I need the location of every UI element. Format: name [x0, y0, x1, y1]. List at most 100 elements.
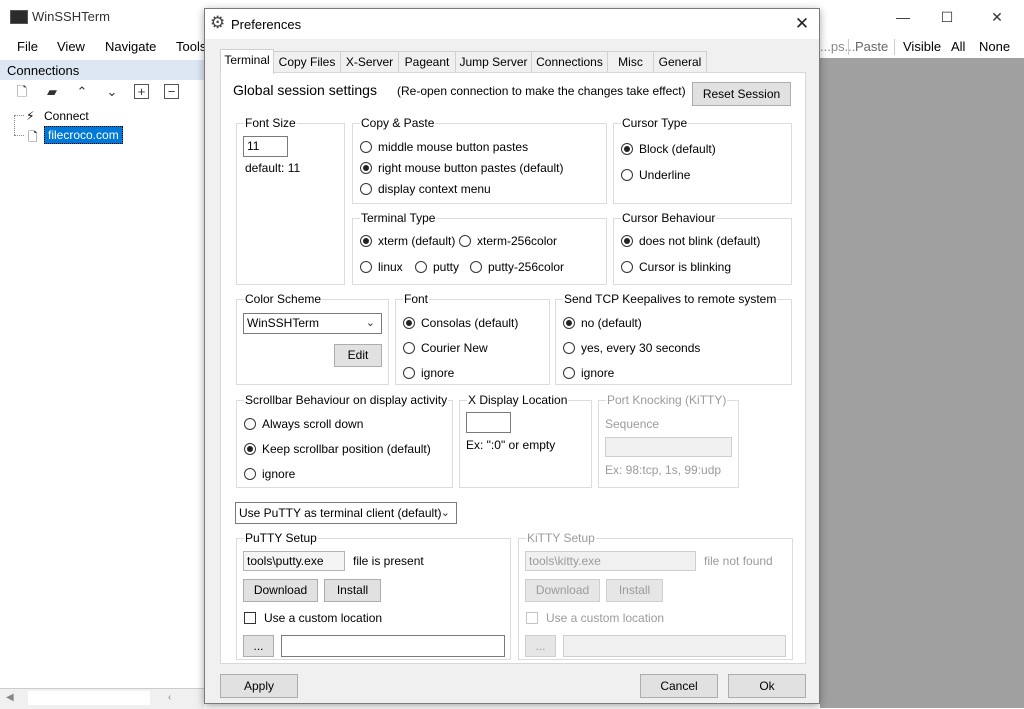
putty-custom-location-checkbox[interactable] [244, 612, 256, 624]
font-radio-courier[interactable] [403, 342, 415, 354]
kitty-custom-path-input[interactable] [563, 635, 786, 657]
keepalive-group: Send TCP Keepalives to remote system no … [555, 292, 792, 385]
dialog-titlebar: ⚙ Preferences ✕ [205, 9, 819, 39]
toolbar-divider [848, 39, 849, 55]
expand-all-icon[interactable]: + [134, 84, 149, 99]
terminal-type-radio-putty256[interactable] [470, 261, 482, 273]
kitty-download-button[interactable]: Download [525, 579, 600, 602]
move-down-icon[interactable]: ⌄ [104, 84, 120, 100]
tree-item-connect[interactable]: Connect [44, 109, 89, 123]
close-button[interactable]: ✕ [974, 4, 1020, 30]
putty-browse-button[interactable]: ... [243, 635, 274, 657]
maximize-button[interactable]: ☐ [924, 4, 970, 30]
tab-copy-files[interactable]: Copy Files [273, 51, 341, 74]
menu-tools[interactable]: Tools [176, 39, 206, 54]
putty-custom-path-input[interactable] [281, 635, 505, 657]
scrollbar-track[interactable] [28, 691, 150, 705]
putty-install-button[interactable]: Install [324, 579, 381, 602]
keepalive-radio-no[interactable] [563, 317, 575, 329]
port-knocking-sequence-input[interactable] [605, 437, 732, 457]
terminal-tab-panel: Global session settings (Re-open connect… [220, 72, 806, 664]
kitty-browse-button[interactable]: ... [525, 635, 556, 657]
terminal-type-radio-linux[interactable] [360, 261, 372, 273]
font-title: Font [403, 292, 430, 306]
kitty-path-input[interactable]: tools\kitty.exe [525, 551, 696, 571]
putty-path-input[interactable]: tools\putty.exe [243, 551, 345, 571]
collapse-all-icon[interactable]: − [164, 84, 179, 99]
menu-navigate[interactable]: Navigate [105, 39, 156, 54]
port-knocking-sequence-label: Sequence [605, 417, 660, 431]
minimize-button[interactable]: — [880, 4, 926, 30]
scrollbar-radio-ignore[interactable] [244, 468, 256, 480]
tree-item-filecroco[interactable]: filecroco.com [44, 126, 123, 144]
cursor-behaviour-title: Cursor Behaviour [621, 211, 717, 225]
copy-paste-radio-right[interactable] [360, 162, 372, 174]
kitty-setup-title: KiTTY Setup [526, 531, 596, 545]
menu-view[interactable]: View [57, 39, 85, 54]
putty-download-button[interactable]: Download [243, 579, 318, 602]
color-scheme-group: Color Scheme WinSSHTerm ⌄ Edit [236, 292, 389, 385]
paste-button[interactable]: Paste [855, 39, 888, 54]
kitty-install-button[interactable]: Install [606, 579, 663, 602]
tab-general[interactable]: General [653, 51, 707, 74]
tree-line [14, 115, 25, 135]
cursor-type-title: Cursor Type [621, 116, 689, 130]
ok-button[interactable]: Ok [728, 674, 806, 698]
copy-paste-group: Copy & Paste middle mouse button pastes … [352, 116, 607, 204]
copy-paste-label-context: display context menu [378, 182, 491, 196]
visible-button[interactable]: Visible [903, 39, 941, 54]
kitty-custom-location-label: Use a custom location [546, 611, 665, 625]
scroll-left-icon[interactable]: ◀ [6, 692, 14, 703]
cursor-behaviour-radio-noblink[interactable] [621, 235, 633, 247]
cursor-behaviour-radio-blink[interactable] [621, 261, 633, 273]
reset-session-button[interactable]: Reset Session [692, 82, 791, 106]
terminal-type-radio-xterm256[interactable] [459, 235, 471, 247]
tab-jump-server[interactable]: Jump Server [455, 51, 532, 74]
terminal-client-select[interactable]: Use PuTTY as terminal client (default) ⌄ [235, 502, 457, 524]
tab-pageant[interactable]: Pageant [398, 51, 456, 74]
copy-paste-radio-context[interactable] [360, 183, 372, 195]
color-scheme-select[interactable]: WinSSHTerm ⌄ [243, 313, 382, 334]
menu-file[interactable]: File [17, 39, 38, 54]
tab-connections[interactable]: Connections [531, 51, 608, 74]
terminal-type-title: Terminal Type [360, 211, 437, 225]
putty-custom-location-label: Use a custom location [264, 611, 383, 625]
font-group: Font Consolas (default) Courier New igno… [395, 292, 550, 385]
copy-paste-radio-middle[interactable] [360, 141, 372, 153]
tab-misc[interactable]: Misc [607, 51, 654, 74]
new-connection-icon[interactable]: 🗋 [14, 84, 30, 100]
x-display-input[interactable] [466, 412, 511, 433]
kitty-custom-location-checkbox[interactable] [526, 612, 538, 624]
font-size-title: Font Size [244, 116, 297, 130]
scroll-right-icon[interactable]: ‹ [168, 692, 171, 703]
font-radio-consolas[interactable] [403, 317, 415, 329]
cursor-type-radio-underline[interactable] [621, 169, 633, 181]
terminal-type-label-linux: linux [378, 260, 403, 274]
edit-color-scheme-button[interactable]: Edit [334, 344, 382, 367]
apply-button[interactable]: Apply [220, 674, 298, 698]
keepalive-radio-30s[interactable] [563, 342, 575, 354]
scrollbar-radio-keep[interactable] [244, 443, 256, 455]
scrollbar-radio-always[interactable] [244, 418, 256, 430]
tab-terminal[interactable]: Terminal [220, 49, 274, 74]
chevron-down-icon: ⌄ [440, 507, 450, 519]
cursor-type-radio-block[interactable] [621, 143, 633, 155]
tab-x-server[interactable]: X-Server [340, 51, 399, 74]
kitty-status: file not found [704, 554, 773, 568]
none-button[interactable]: None [979, 39, 1010, 54]
port-knocking-group: Port Knocking (KiTTY) Sequence Ex: 98:tc… [598, 393, 739, 488]
cancel-button[interactable]: Cancel [640, 674, 718, 698]
keepalive-radio-ignore[interactable] [563, 367, 575, 379]
move-up-icon[interactable]: ⌃ [74, 84, 90, 100]
font-radio-ignore[interactable] [403, 367, 415, 379]
font-size-input[interactable]: 11 [243, 136, 288, 157]
dialog-close-button[interactable]: ✕ [791, 13, 813, 35]
terminal-type-label-xterm: xterm (default) [378, 234, 456, 248]
new-folder-icon[interactable]: ▰ [44, 84, 60, 100]
app-icon [10, 10, 28, 24]
terminal-type-radio-xterm[interactable] [360, 235, 372, 247]
copy-paste-label-middle: middle mouse button pastes [378, 140, 529, 154]
terminal-type-radio-putty[interactable] [415, 261, 427, 273]
all-button[interactable]: All [951, 39, 965, 54]
cursor-behaviour-label-blink: Cursor is blinking [639, 260, 732, 274]
